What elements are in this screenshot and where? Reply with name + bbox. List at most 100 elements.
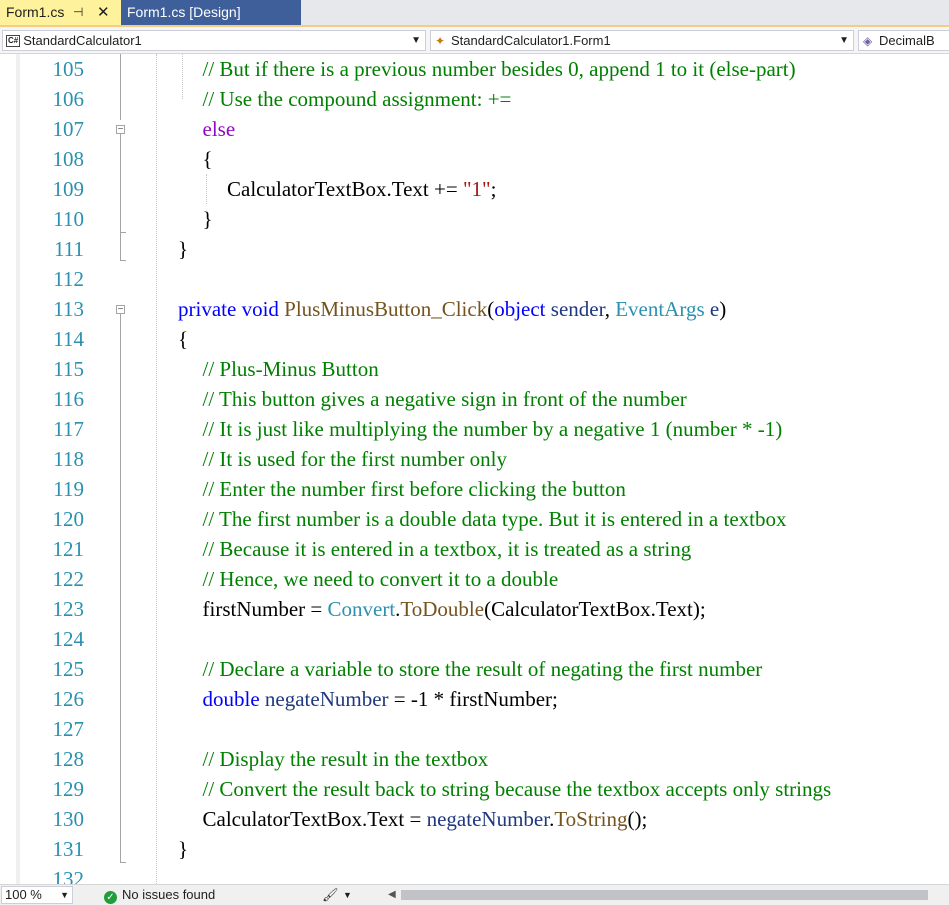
code-token: CalculatorTextBox.Text = [202, 807, 427, 831]
code-text: // It is used for the first number only [203, 444, 507, 474]
issues-text: No issues found [122, 887, 216, 902]
field-icon: ◈ [863, 34, 873, 48]
issues-indicator[interactable]: ✓ No issues found [104, 886, 215, 904]
code-token: ) [719, 297, 727, 321]
code-line[interactable]: 109 CalculatorTextBox.Text += "1"; [0, 174, 949, 204]
code-token: firstNumber = [202, 597, 328, 621]
code-line[interactable]: 115 // Plus-Minus Button [0, 354, 949, 384]
code-token: // It is just like multiplying the numbe… [202, 417, 783, 441]
line-number: 110 [53, 207, 84, 231]
code-text: // It is just like multiplying the numbe… [203, 414, 783, 444]
code-token: ToString [554, 807, 628, 831]
code-text: // But if there is a previous number bes… [203, 54, 796, 84]
tab-label: Form1.cs [Design] [127, 4, 241, 20]
line-number: 106 [52, 87, 85, 111]
code-line[interactable]: 123 firstNumber = Convert.ToDouble(Calcul… [0, 594, 949, 624]
horizontal-scrollbar[interactable] [401, 890, 928, 900]
code-line[interactable]: 116 // This button gives a negative sign … [0, 384, 949, 414]
document-tab-strip: Form1.cs ⊣ ✕ Form1.cs [Design] [0, 0, 949, 27]
code-token: // It is used for the first number only [202, 447, 507, 471]
code-line[interactable]: 125 // Declare a variable to store the re… [0, 654, 949, 684]
line-number: 124 [52, 627, 85, 651]
code-text: { [203, 144, 213, 174]
class-dropdown[interactable]: ✦ StandardCalculator1.Form1 ▼ [430, 30, 854, 51]
code-line[interactable]: 130 CalculatorTextBox.Text = negateNumber… [0, 804, 949, 834]
code-token: // Enter the number first before clickin… [202, 477, 626, 501]
line-number: 131 [52, 837, 85, 861]
code-line[interactable]: 121 // Because it is entered in a textbox… [0, 534, 949, 564]
line-number: 127 [52, 717, 85, 741]
zoom-dropdown[interactable]: 100 % ▼ [1, 886, 73, 904]
code-token: CalculatorTextBox.Text += [227, 177, 463, 201]
code-token: e [709, 297, 720, 321]
code-token: EventArgs [615, 297, 705, 321]
code-text: } [178, 234, 188, 264]
code-token: } [202, 207, 213, 231]
code-line[interactable]: 106 // Use the compound assignment: += [0, 84, 949, 114]
code-token: } [178, 837, 189, 861]
collapse-icon[interactable]: − [116, 125, 125, 135]
code-text: } [178, 834, 188, 864]
code-line[interactable]: 128 // Display the result in the textbox [0, 744, 949, 774]
line-number: 118 [53, 447, 84, 471]
code-line[interactable]: 110} [0, 204, 949, 234]
code-token: else [202, 117, 236, 141]
code-token: PlusMinusButton_Click [284, 297, 488, 321]
code-text: // Hence, we need to convert it to a dou… [203, 564, 559, 594]
tab-form1-cs[interactable]: Form1.cs ⊣ ✕ [0, 0, 121, 25]
line-number: 114 [53, 327, 84, 351]
code-line[interactable]: 120 // The first number is a double data … [0, 504, 949, 534]
tab-form1-design[interactable]: Form1.cs [Design] [121, 0, 301, 25]
code-text: // The first number is a double data typ… [203, 504, 787, 534]
chevron-down-icon[interactable]: ▼ [411, 31, 421, 50]
chevron-down-icon[interactable]: ▼ [60, 887, 69, 903]
chevron-down-icon[interactable]: ▼ [343, 886, 352, 904]
code-line[interactable]: 126 double negateNumber = -1 * firstNumbe… [0, 684, 949, 714]
code-text: // This button gives a negative sign in … [203, 384, 687, 414]
code-line[interactable]: 108 { [0, 144, 949, 174]
code-line[interactable]: 111} [0, 234, 949, 264]
close-icon[interactable]: ✕ [97, 0, 110, 25]
code-line[interactable]: 124 [0, 624, 949, 654]
code-line[interactable]: 119 // Enter the number first before clic… [0, 474, 949, 504]
code-line[interactable]: 113 private void PlusMinusButton_Click(ob… [0, 294, 949, 324]
chevron-down-icon[interactable]: ▼ [839, 31, 849, 50]
code-token: ; [490, 177, 497, 201]
code-line[interactable]: 107 else [0, 114, 949, 144]
code-line[interactable]: 132 [0, 864, 949, 884]
code-token: // But if there is a previous number bes… [202, 57, 796, 81]
collapse-icon[interactable]: − [116, 305, 125, 315]
code-line[interactable]: 131} [0, 834, 949, 864]
class-name: StandardCalculator1.Form1 [451, 33, 611, 48]
code-line[interactable]: 112 [0, 264, 949, 294]
line-number: 112 [53, 267, 84, 291]
code-token: negateNumber [264, 687, 389, 711]
code-token: Convert [327, 597, 396, 621]
code-line[interactable]: 122 // Hence, we need to convert it to a … [0, 564, 949, 594]
project-dropdown[interactable]: C# StandardCalculator1 ▼ [2, 30, 426, 51]
code-line[interactable]: 127 [0, 714, 949, 744]
line-number: 115 [53, 357, 84, 381]
code-cleanup-icon[interactable]: 🖌 [322, 886, 339, 904]
member-dropdown[interactable]: ◈ DecimalB [858, 30, 949, 51]
code-text: firstNumber = Convert.ToDouble(Calculato… [203, 594, 706, 624]
line-number: 122 [52, 567, 85, 591]
code-text: // Convert the result back to string bec… [203, 774, 832, 804]
code-line[interactable]: 105 // But if there is a previous number … [0, 54, 949, 84]
outline-bar [120, 232, 121, 260]
line-number: 105 [52, 57, 85, 81]
code-line[interactable]: 118 // It is used for the first number on… [0, 444, 949, 474]
code-line[interactable]: 117 // It is just like multiplying the nu… [0, 414, 949, 444]
outline-bar [120, 314, 121, 862]
line-number: 132 [52, 867, 85, 884]
code-text: // Because it is entered in a textbox, i… [203, 534, 692, 564]
code-text: // Use the compound assignment: += [203, 84, 512, 114]
scroll-left-icon[interactable]: ◀ [388, 886, 396, 904]
code-token: private [178, 297, 237, 321]
code-line[interactable]: 114 { [0, 324, 949, 354]
code-editor[interactable]: 105 // But if there is a previous number … [0, 54, 949, 884]
code-token: // Declare a variable to store the resul… [202, 657, 763, 681]
code-line[interactable]: 129 // Convert the result back to string … [0, 774, 949, 804]
pin-icon[interactable]: ⊣ [73, 0, 83, 25]
tab-label: Form1.cs [6, 4, 65, 20]
